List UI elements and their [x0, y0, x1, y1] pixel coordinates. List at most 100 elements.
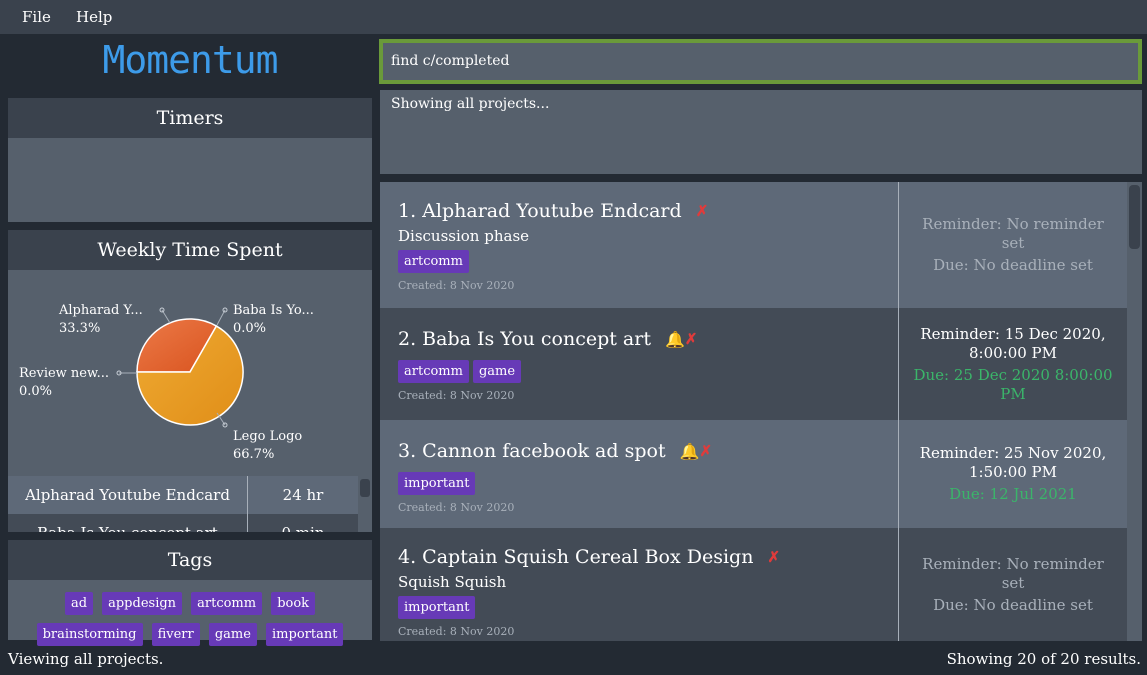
- project-title-row: 1. Alpharad Youtube Endcard ✗: [398, 200, 898, 222]
- due-text: Due: No deadline set: [933, 595, 1093, 614]
- tag-list: ad appdesign artcomm book brainstorming …: [8, 580, 372, 658]
- pie-leader-line: [216, 309, 226, 326]
- scrollbar-thumb[interactable]: [360, 479, 370, 497]
- project-info: 1. Alpharad Youtube Endcard ✗ Discussion p…: [380, 182, 899, 308]
- project-info: 2. Baba Is You concept art 🔔 ✗ artcomm game C…: [380, 308, 899, 420]
- timers-title: Timers: [8, 98, 372, 138]
- project-title: 2. Baba Is You concept art: [398, 328, 651, 350]
- time-table: Alpharad Youtube Endcard 24 hr Baba Is Y…: [8, 476, 358, 532]
- project-title-row: 2. Baba Is You concept art 🔔 ✗: [398, 328, 898, 350]
- reminder-text: Reminder: No reminder set: [922, 554, 1104, 592]
- status-right: Showing 20 of 20 results.: [946, 650, 1141, 668]
- project-title-row: 4. Captain Squish Cereal Box Design ✗: [398, 546, 898, 568]
- created-date: Created: 8 Nov 2020: [398, 389, 515, 402]
- created-date: Created: 8 Nov 2020: [398, 625, 515, 638]
- project-card[interactable]: 3. Cannon facebook ad spot 🔔 ✗ important Cre…: [380, 420, 1127, 528]
- incomplete-cross-icon: ✗: [684, 330, 698, 348]
- tag: brainstorming: [36, 623, 143, 646]
- timers-panel: Timers: [8, 98, 372, 222]
- status-icons: ✗: [767, 548, 780, 566]
- due-text: Due: 25 Dec 2020 8:00:00 PM: [913, 365, 1113, 403]
- menu-file[interactable]: File: [22, 8, 51, 26]
- project-info: 3. Cannon facebook ad spot 🔔 ✗ important Cre…: [380, 420, 899, 528]
- project-title: 3. Cannon facebook ad spot: [398, 440, 666, 462]
- tag: artcomm: [191, 592, 263, 615]
- status-left: Viewing all projects.: [8, 650, 164, 668]
- project-card[interactable]: 2. Baba Is You concept art 🔔 ✗ artcomm game C…: [380, 308, 1127, 420]
- incomplete-cross-icon: ✗: [767, 548, 781, 566]
- command-input[interactable]: [391, 53, 1111, 69]
- pie-label-alpharad: Alpharad Y... 33.3%: [59, 302, 143, 338]
- time-row[interactable]: Baba Is You concept art 0 min: [8, 514, 358, 532]
- reminder-text: Reminder: 15 Dec 2020, 8:00:00 PM: [920, 324, 1106, 362]
- created-date: Created: 8 Nov 2020: [398, 501, 515, 514]
- pie-label-text: Lego Logo: [233, 429, 303, 444]
- tags-title: Tags: [8, 540, 372, 580]
- tag: appdesign: [102, 592, 183, 615]
- pie-label-text: Alpharad Y...: [59, 303, 143, 318]
- reminder-text: Reminder: 25 Nov 2020, 1:50:00 PM: [919, 444, 1107, 481]
- scrollbar-thumb[interactable]: [1129, 185, 1140, 249]
- tag: fiverr: [151, 623, 200, 646]
- app-title: Momentum: [102, 38, 278, 82]
- tag: ad: [64, 592, 94, 615]
- project-description: Discussion phase: [398, 227, 530, 245]
- tag: game: [208, 623, 257, 646]
- tag: artcomm: [398, 360, 469, 383]
- result-text: Showing all projects...: [391, 96, 550, 112]
- project-dates: Reminder: No reminder set Due: No deadlin…: [899, 182, 1127, 308]
- menu-bar: File Help: [0, 0, 1147, 34]
- time-table-scrollbar[interactable]: [358, 476, 372, 532]
- time-project: Alpharad Youtube Endcard: [8, 476, 248, 514]
- tag: game: [472, 360, 522, 383]
- pie-label-text: Review new...: [19, 366, 109, 381]
- project-tags: important: [398, 472, 898, 495]
- project-tags: artcomm: [398, 250, 898, 273]
- tag: important: [266, 623, 344, 646]
- project-list-scrollbar[interactable]: [1127, 182, 1142, 641]
- incomplete-cross-icon: ✗: [699, 442, 713, 460]
- status-icons: 🔔 ✗: [665, 330, 698, 349]
- weekly-time-panel: Weekly Time Spent Alpharad Y... 33.3% Ba…: [8, 230, 372, 532]
- menu-help[interactable]: Help: [76, 8, 112, 26]
- pie-label-lego: Lego Logo 66.7%: [233, 428, 302, 464]
- command-box: [379, 39, 1142, 84]
- project-card[interactable]: 4. Captain Squish Cereal Box Design ✗ Squi…: [380, 528, 1127, 641]
- pie-label-baba: Baba Is Yo... 0.0%: [233, 302, 314, 338]
- project-title: 4. Captain Squish Cereal Box Design: [398, 546, 754, 568]
- pie-label-percent: 0.0%: [19, 384, 53, 399]
- bell-icon: 🔔: [679, 441, 700, 461]
- pie-label-percent: 33.3%: [59, 321, 101, 336]
- incomplete-cross-icon: ✗: [695, 202, 709, 220]
- pie-label-text: Baba Is Yo...: [233, 303, 314, 318]
- project-dates: Reminder: No reminder set Due: No deadlin…: [899, 528, 1127, 641]
- time-value: 0 min: [248, 514, 358, 532]
- time-row[interactable]: Alpharad Youtube Endcard 24 hr: [8, 476, 358, 514]
- due-text: Due: 12 Jul 2021: [949, 485, 1077, 503]
- tags-panel: Tags ad appdesign artcomm book brainstor…: [8, 540, 372, 646]
- time-project: Baba Is You concept art: [8, 514, 248, 532]
- project-list: 4. Captain Squish Cereal Box Design ✗ Squi…: [380, 182, 1142, 641]
- project-description: Squish Squish: [398, 573, 507, 591]
- bell-icon: 🔔: [664, 329, 685, 349]
- tag: important: [398, 596, 476, 619]
- due-text: Due: No deadline set: [933, 256, 1093, 274]
- project-tags: important: [398, 596, 898, 619]
- pie-label-percent: 0.0%: [233, 321, 267, 336]
- tag: important: [398, 472, 476, 495]
- reminder-text: Reminder: No reminder set: [922, 215, 1104, 252]
- weekly-title: Weekly Time Spent: [8, 230, 372, 270]
- project-title-row: 3. Cannon facebook ad spot 🔔 ✗: [398, 440, 898, 462]
- time-value: 24 hr: [282, 486, 324, 504]
- project-dates: Reminder: 25 Nov 2020, 1:50:00 PM Due: 12…: [899, 420, 1127, 528]
- project-card[interactable]: 1. Alpharad Youtube Endcard ✗ Discussion p…: [380, 182, 1127, 308]
- status-icons: 🔔 ✗: [680, 442, 713, 461]
- created-date: Created: 8 Nov 2020: [398, 279, 515, 292]
- project-dates: Reminder: 15 Dec 2020, 8:00:00 PM Due: 25…: [899, 308, 1127, 420]
- project-tags: artcomm game: [398, 360, 898, 383]
- tag: artcomm: [398, 250, 469, 273]
- result-display: Showing all projects...: [380, 90, 1142, 174]
- tag: book: [271, 592, 316, 615]
- project-title: 1. Alpharad Youtube Endcard: [398, 200, 682, 222]
- pie-label-review: Review new... 0.0%: [19, 365, 109, 401]
